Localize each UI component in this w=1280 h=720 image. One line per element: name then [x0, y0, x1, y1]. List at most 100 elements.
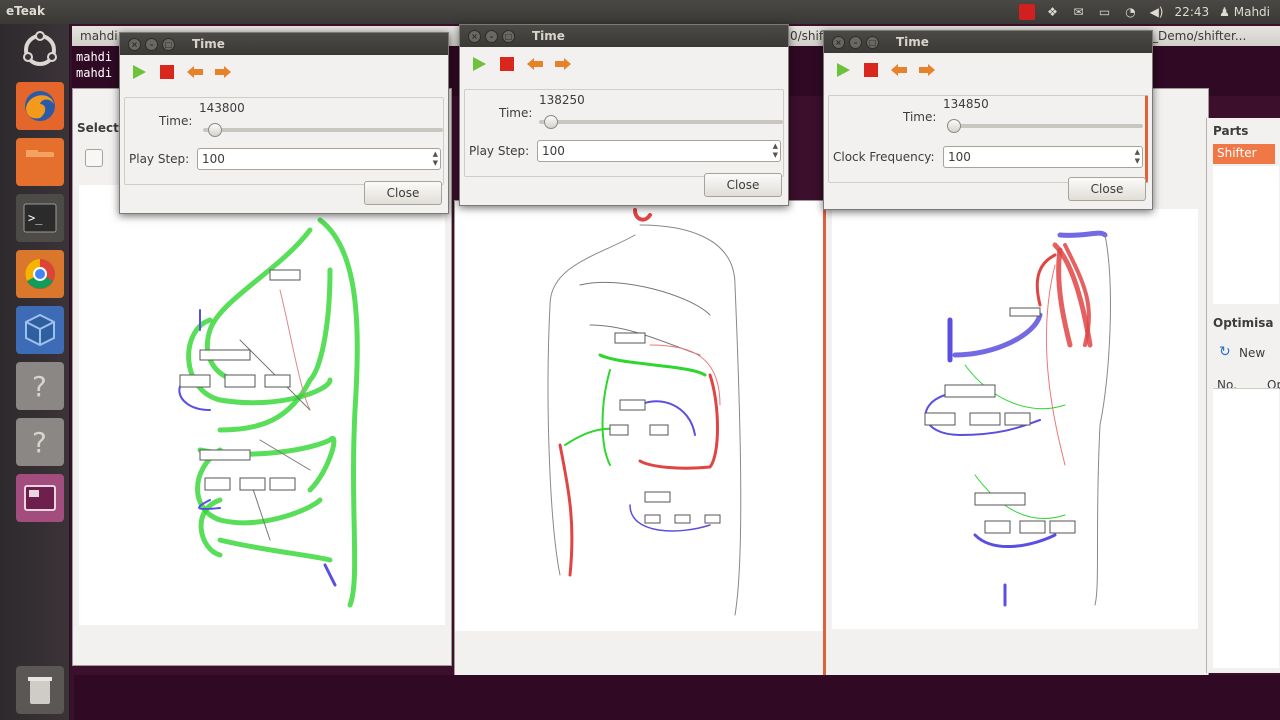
terminal-line-1: mahdi: [76, 50, 113, 64]
time-value: 143800: [199, 101, 245, 115]
top-panel: eTeak ❖ ✉ ▭ ◔ ◀) 22:43 ♟ Mahdi: [0, 0, 1280, 24]
close-icon[interactable]: ×: [468, 30, 481, 43]
circuit-graph-left: [178, 217, 360, 608]
unknown-app-icon[interactable]: ?: [16, 362, 64, 410]
circuit-graph-middle: [547, 208, 742, 616]
svg-text:?: ?: [32, 426, 47, 459]
time-frame: 134850 Time: Clock Frequency: 100 ▲ ▼: [828, 95, 1148, 183]
system-tray: ❖ ✉ ▭ ◔ ◀) 22:43 ♟ Mahdi: [1018, 3, 1270, 21]
spinner-arrows-icon[interactable]: ▲ ▼: [433, 150, 438, 168]
time-dialog-2: × – □ Time 138250 Time: Play Step: 100 ▲ ▼…: [459, 24, 789, 206]
mail-icon[interactable]: ✉: [1071, 5, 1087, 19]
close-button[interactable]: Close: [364, 181, 442, 205]
playback-toolbar: [834, 61, 936, 79]
home-icon[interactable]: [85, 149, 103, 167]
close-icon[interactable]: ×: [832, 36, 845, 49]
terminal-tab-text: mahdi: [80, 29, 118, 43]
clock-frequency-label: Clock Frequency:: [833, 150, 935, 164]
maximize-icon[interactable]: □: [502, 30, 515, 43]
parts-panel: Parts Shifter Optimisa ↻ New No. Op: [1206, 118, 1280, 673]
record-indicator-icon[interactable]: [1018, 4, 1035, 20]
step-back-icon[interactable]: [890, 61, 908, 79]
firefox-icon[interactable]: [16, 82, 64, 130]
battery-icon[interactable]: ▭: [1097, 5, 1113, 19]
close-button[interactable]: Close: [704, 173, 782, 197]
step-forward-icon[interactable]: [918, 61, 936, 79]
dialog-title: Time: [192, 37, 225, 51]
terminal-bottom: [74, 675, 1280, 720]
play-step-label: Play Step:: [129, 152, 190, 166]
svg-text:?: ?: [32, 370, 47, 403]
clock-frequency-value: 100: [948, 150, 971, 164]
step-forward-icon[interactable]: [214, 63, 232, 81]
time-label: Time:: [903, 110, 937, 124]
new-button[interactable]: New: [1239, 346, 1265, 360]
spinner-arrows-icon[interactable]: ▲ ▼: [773, 142, 778, 160]
dropbox-icon[interactable]: ❖: [1045, 5, 1061, 19]
time-frame: 143800 Time: Play Step: 100 ▲ ▼: [124, 97, 444, 185]
time-label: Time:: [159, 114, 193, 128]
user-menu[interactable]: ♟ Mahdi: [1219, 5, 1270, 19]
play-step-spinner[interactable]: 100 ▲ ▼: [537, 140, 781, 162]
spinner-arrows-icon[interactable]: ▲ ▼: [1135, 148, 1140, 166]
circuit-graph-right: [924, 230, 1111, 607]
step-back-icon[interactable]: [526, 55, 544, 73]
parts-list[interactable]: [1213, 166, 1279, 304]
trash-icon[interactable]: [16, 666, 64, 714]
time-slider-knob[interactable]: [207, 123, 222, 137]
workspace-switcher-icon[interactable]: [16, 474, 64, 522]
clock-frequency-spinner[interactable]: 100 ▲ ▼: [943, 146, 1143, 168]
chrome-icon[interactable]: [16, 250, 64, 298]
parts-item-shifter[interactable]: Shifter: [1213, 144, 1275, 164]
optimisation-header: Optimisa: [1213, 316, 1274, 330]
time-value: 134850: [943, 97, 989, 111]
time-slider[interactable]: [539, 120, 783, 124]
maximize-icon[interactable]: □: [162, 38, 175, 51]
refresh-icon: ↻: [1219, 344, 1231, 360]
time-dialog-1: × – □ Time 143800 Time: Play Step: 100 ▲ ▼…: [119, 32, 449, 214]
launcher: >_ ? ?: [0, 24, 70, 720]
play-step-value: 100: [542, 144, 565, 158]
step-back-icon[interactable]: [186, 63, 204, 81]
time-frame: 138250 Time: Play Step: 100 ▲ ▼: [464, 89, 784, 177]
user-name: Mahdi: [1233, 5, 1270, 19]
play-icon[interactable]: [470, 55, 488, 73]
step-forward-icon[interactable]: [554, 55, 572, 73]
close-button[interactable]: Close: [1068, 177, 1146, 201]
time-slider-knob[interactable]: [543, 115, 558, 129]
terminal-icon[interactable]: >_: [16, 194, 64, 242]
clock[interactable]: 22:43: [1175, 5, 1210, 19]
time-slider-knob[interactable]: [947, 119, 961, 133]
stop-icon[interactable]: [498, 55, 516, 73]
files-icon[interactable]: [16, 138, 64, 186]
parts-header: Parts: [1213, 124, 1249, 138]
optimisation-list[interactable]: [1213, 388, 1279, 668]
dialog-title: Time: [532, 29, 565, 43]
wifi-icon[interactable]: ◔: [1123, 5, 1139, 19]
terminal-path-right: _Demo/shifter...: [1152, 29, 1247, 43]
maximize-icon[interactable]: □: [866, 36, 879, 49]
active-app-title: eTeak: [6, 4, 45, 18]
dialog-titlebar[interactable]: × – □ Time: [120, 33, 448, 55]
volume-icon[interactable]: ◀): [1149, 5, 1165, 19]
minimize-icon[interactable]: –: [485, 30, 498, 43]
play-icon[interactable]: [130, 63, 148, 81]
time-slider[interactable]: [947, 124, 1143, 128]
svg-text:>_: >_: [28, 211, 43, 225]
time-label: Time:: [499, 106, 533, 120]
minimize-icon[interactable]: –: [849, 36, 862, 49]
close-icon[interactable]: ×: [128, 38, 141, 51]
play-icon[interactable]: [834, 61, 852, 79]
ubuntu-logo-icon[interactable]: [16, 26, 64, 74]
stop-icon[interactable]: [158, 63, 176, 81]
virtualbox-icon[interactable]: [16, 306, 64, 354]
minimize-icon[interactable]: –: [145, 38, 158, 51]
time-value: 138250: [539, 93, 585, 107]
unknown-app-icon[interactable]: ?: [16, 418, 64, 466]
time-dialog-3: × – □ Time 134850 Time: Clock Frequency:…: [823, 30, 1153, 210]
time-slider[interactable]: [203, 128, 443, 132]
stop-icon[interactable]: [862, 61, 880, 79]
play-step-spinner[interactable]: 100 ▲ ▼: [197, 148, 441, 170]
dialog-titlebar[interactable]: × – □ Time: [824, 31, 1152, 53]
dialog-titlebar[interactable]: × – □ Time: [460, 25, 788, 47]
